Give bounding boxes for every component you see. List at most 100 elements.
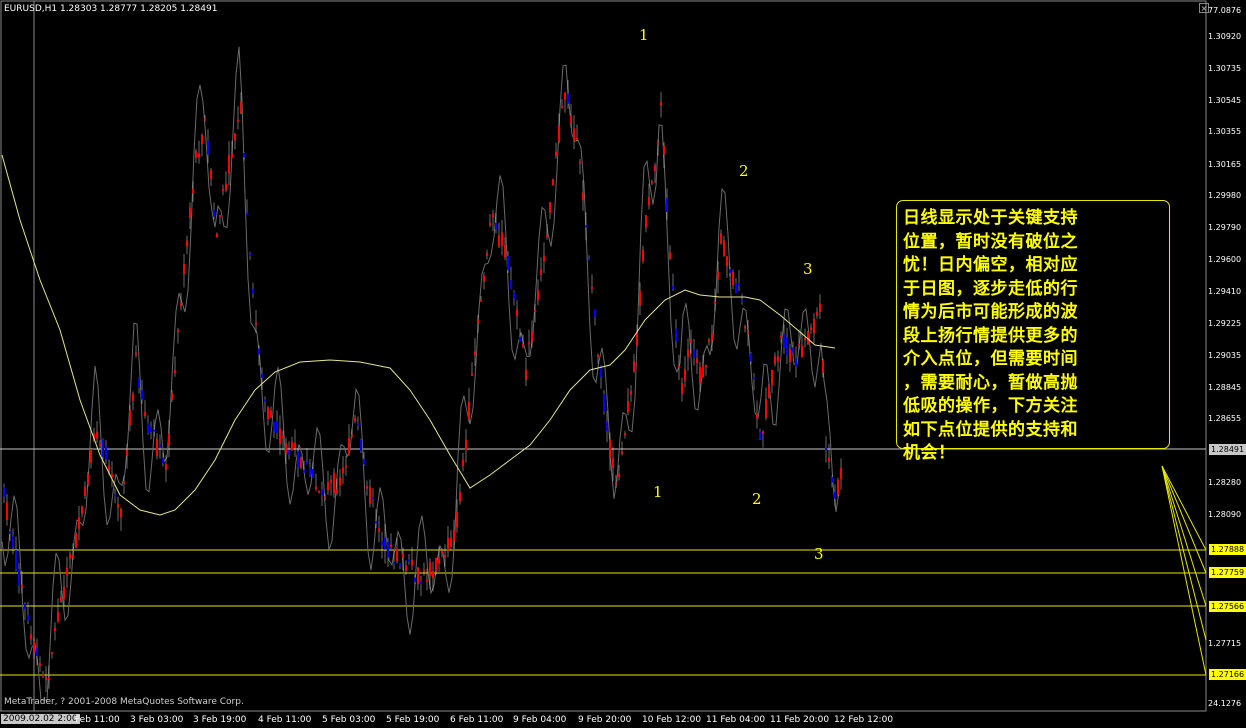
time-tick: 5 Feb 19:00	[386, 715, 440, 725]
fan-line	[1161, 465, 1207, 676]
candle-body	[294, 443, 296, 449]
candle-body	[747, 332, 749, 335]
time-tick: 10 Feb 12:00	[642, 715, 702, 725]
candle-body	[693, 350, 695, 358]
candle-body	[180, 302, 182, 307]
candle-body	[447, 537, 449, 551]
candle-body	[387, 541, 389, 558]
candle-body	[213, 210, 215, 217]
candle-body	[66, 567, 68, 576]
candle-body	[651, 181, 653, 184]
candle-body	[756, 413, 758, 419]
candle-body	[561, 106, 563, 109]
candle-body	[516, 309, 518, 317]
candle-body	[339, 477, 341, 485]
price-tick: 1.29035	[1208, 351, 1242, 360]
candle-body	[297, 451, 299, 467]
candle-body	[732, 272, 734, 286]
candle-body	[183, 263, 185, 274]
candle-body	[642, 249, 644, 261]
candle-body	[189, 207, 191, 218]
candle-body	[822, 360, 824, 373]
candle-body	[588, 258, 590, 261]
time-tick: 2009.02.02 2:00	[1, 714, 80, 724]
candle-body	[156, 438, 158, 457]
price-tick: 1.28090	[1208, 510, 1242, 519]
candle-body	[150, 427, 152, 433]
candle-body	[267, 407, 269, 420]
candle-body	[543, 255, 545, 262]
support-level-tag: 1.27566	[1209, 601, 1246, 612]
candle-body	[555, 151, 557, 156]
price-tick: 1.30735	[1208, 64, 1242, 73]
candle-body	[480, 299, 482, 302]
candle-body	[813, 318, 815, 333]
candle-body	[645, 215, 647, 228]
candle-body	[342, 467, 344, 474]
candle-body	[450, 538, 452, 547]
candle-body	[552, 179, 554, 186]
candle-body	[534, 309, 536, 312]
candle-body	[546, 234, 548, 237]
candle-body	[234, 133, 236, 141]
candle-body	[531, 331, 533, 342]
candle-body	[69, 553, 71, 559]
candle-body	[819, 303, 821, 312]
fan-line	[1161, 465, 1207, 641]
candle-body	[699, 366, 701, 383]
candle-body	[372, 497, 374, 500]
candle-body	[777, 356, 779, 362]
candle-body	[417, 567, 419, 585]
candle-body	[51, 652, 53, 655]
wave-label-bottom-1: 1	[653, 483, 663, 501]
price-tick: 1.29410	[1208, 287, 1242, 296]
candle-body	[141, 390, 143, 400]
candle-body	[798, 343, 800, 346]
candle-body	[795, 358, 797, 367]
candle-body	[495, 222, 497, 230]
candle-body	[279, 428, 281, 444]
candle-body	[318, 490, 320, 493]
candle-body	[261, 373, 263, 378]
candle-body	[678, 365, 680, 368]
candle-body	[825, 447, 827, 450]
note-line: ，需要耐心，暂做高抛	[903, 372, 1078, 393]
candle-body	[573, 128, 575, 141]
candle-body	[600, 366, 602, 378]
candle-body	[354, 418, 356, 421]
candle-body	[483, 275, 485, 282]
candle-body	[576, 137, 578, 140]
candle-body	[129, 410, 131, 425]
candle-body	[708, 339, 710, 342]
price-tick: 1.30920	[1208, 32, 1242, 41]
candle-body	[498, 235, 500, 247]
candle-body	[207, 140, 209, 155]
candle-body	[432, 571, 434, 579]
candle-body	[177, 330, 179, 333]
note-line: 介入点位，但需要时间	[903, 349, 1078, 369]
candle-body	[402, 553, 404, 558]
candle-body	[9, 531, 11, 534]
candle-body	[528, 342, 530, 345]
candle-body	[726, 256, 728, 267]
candle-body	[738, 283, 740, 286]
candle-body	[648, 197, 650, 206]
candle-body	[633, 361, 635, 372]
candle-body	[549, 202, 551, 213]
candle-body	[759, 431, 761, 439]
candle-body	[684, 369, 686, 381]
candle-body	[171, 392, 173, 401]
candle-body	[375, 521, 377, 524]
candle-body	[18, 569, 20, 587]
wave-label-top-1: 1	[639, 26, 649, 44]
candle-body	[564, 92, 566, 101]
candle-body	[735, 283, 737, 294]
note-line: 段上扬行情提供更多的	[903, 325, 1078, 346]
candle-body	[657, 142, 659, 145]
candle-body	[174, 369, 176, 373]
candle-body	[195, 150, 197, 158]
candle-body	[3, 486, 5, 497]
candle-body	[609, 439, 611, 459]
candle-body	[144, 411, 146, 417]
time-tick: 11 Feb 20:00	[770, 715, 830, 725]
